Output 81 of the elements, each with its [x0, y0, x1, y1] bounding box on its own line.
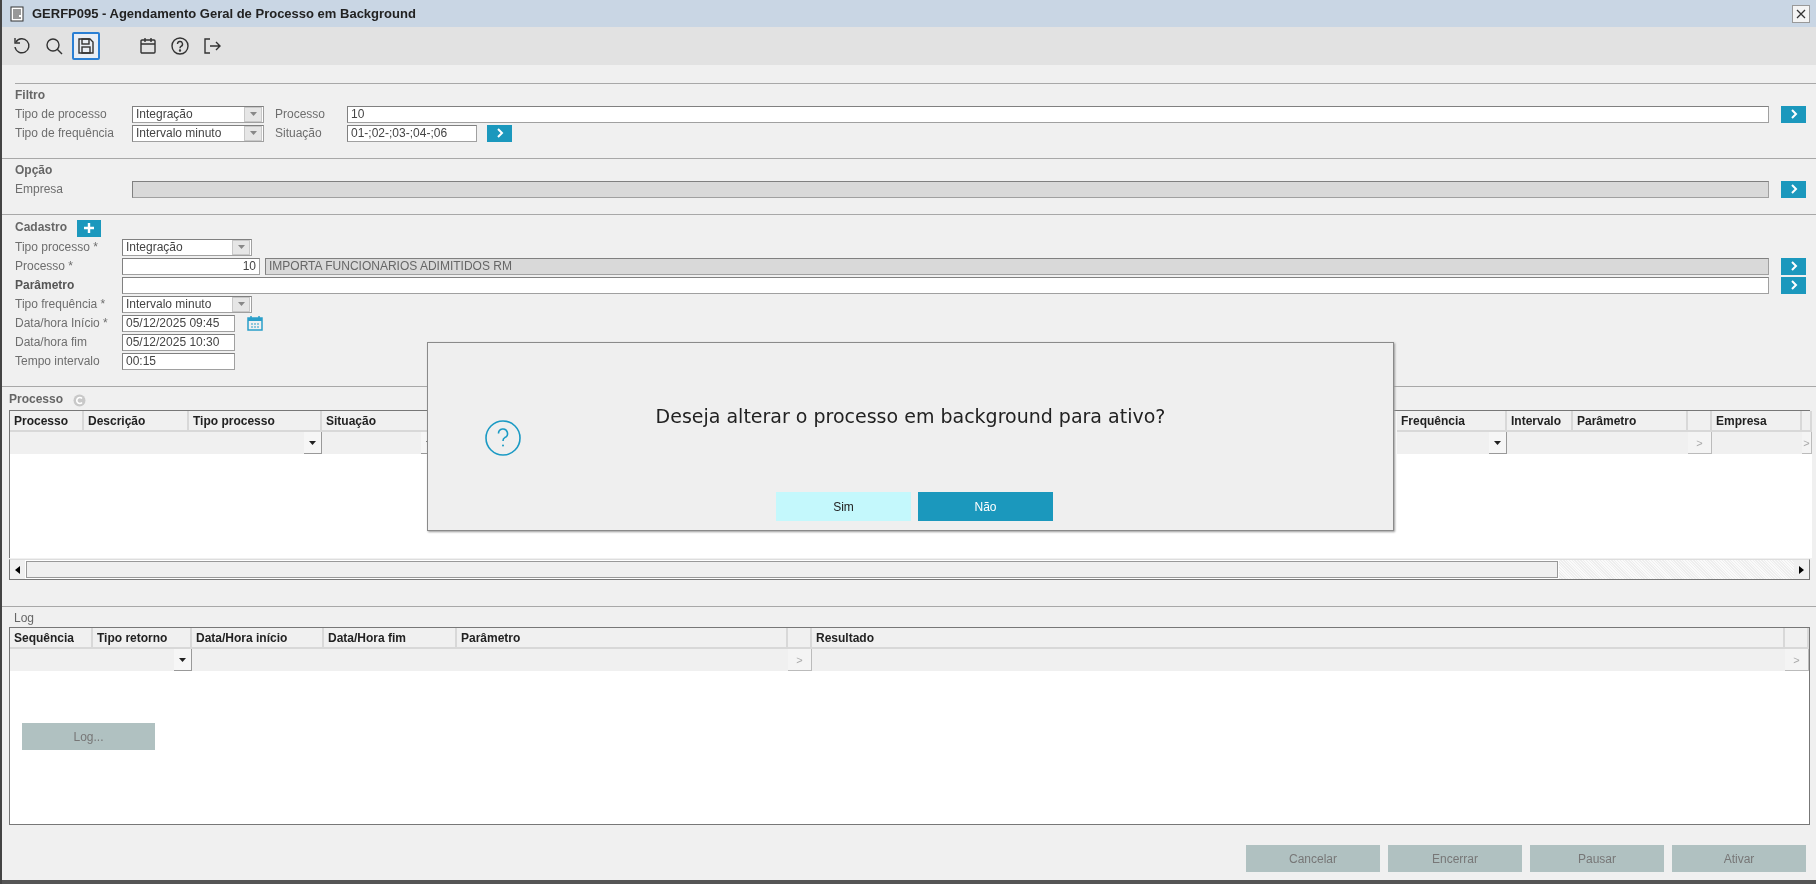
next-icon[interactable]	[1781, 276, 1806, 294]
field-label: Empresa	[15, 182, 65, 196]
scroll-left-button[interactable]	[10, 560, 25, 579]
save-icon[interactable]	[72, 32, 100, 60]
filter-cell[interactable]	[1507, 432, 1573, 454]
section-title: Filtro	[15, 88, 46, 104]
filter-cell[interactable]	[192, 649, 324, 671]
section-title: Opção	[15, 163, 54, 179]
column-header[interactable]: Intervalo	[1507, 411, 1573, 432]
header-cell	[1688, 411, 1712, 432]
header-cell	[1785, 628, 1809, 649]
section-title: Processo	[9, 392, 64, 408]
next-icon[interactable]	[1781, 257, 1806, 275]
process-type-dropdown[interactable]: Integração	[122, 238, 252, 256]
filter-cell[interactable]	[10, 649, 93, 671]
document-icon	[10, 5, 24, 22]
process-field[interactable]: 10	[347, 105, 1769, 123]
status-field[interactable]: 01-;02-;03-;04-;06	[347, 124, 477, 142]
filter-cell[interactable]	[1397, 432, 1507, 454]
caret-icon[interactable]	[174, 649, 192, 671]
filter-cell[interactable]	[189, 432, 322, 454]
next-icon[interactable]	[1781, 180, 1806, 198]
process-type-dropdown[interactable]: Integração	[132, 105, 264, 123]
horizontal-scrollbar[interactable]	[9, 559, 1810, 580]
filter-cell[interactable]	[10, 432, 84, 454]
interval-field[interactable]: 00:15	[122, 352, 235, 370]
column-header[interactable]: Empresa	[1712, 411, 1802, 432]
column-header[interactable]: Parâmetro	[457, 628, 788, 649]
field-label: Situação	[275, 126, 323, 140]
calendar-icon[interactable]	[247, 315, 263, 331]
scrollbar-thumb[interactable]	[26, 561, 1558, 578]
start-datetime-field[interactable]: 05/12/2025 09:45	[122, 314, 235, 332]
header-cell	[788, 628, 812, 649]
caret-icon[interactable]	[304, 432, 322, 454]
column-header[interactable]: Data/Hora início	[192, 628, 324, 649]
right-arrow-icon[interactable]	[1799, 565, 1804, 574]
field-label: Data/hora fim	[15, 335, 89, 349]
column-header[interactable]: Descrição	[84, 411, 189, 432]
filter-cell[interactable]	[93, 649, 192, 671]
column-header[interactable]: Sequência	[10, 628, 93, 649]
question-icon	[484, 419, 522, 457]
frequency-type-dropdown[interactable]: Intervalo minuto	[132, 124, 264, 142]
section-title: Cadastro	[15, 220, 67, 236]
field-label: Tipo processo *	[15, 240, 99, 254]
process-description-field: IMPORTA FUNCIONARIOS ADIMITIDOS RM	[265, 257, 1769, 275]
column-header[interactable]: Resultado	[812, 628, 1785, 649]
field-label: Tipo frequência *	[15, 297, 107, 311]
column-header[interactable]: Tipo retorno	[93, 628, 192, 649]
caret-icon[interactable]	[1489, 432, 1507, 454]
column-header[interactable]: Parâmetro	[1573, 411, 1688, 432]
column-header[interactable]: Frequência	[1397, 411, 1507, 432]
scroll-right-button[interactable]	[1794, 560, 1809, 579]
next-icon[interactable]	[1781, 105, 1806, 123]
dialog-message: Deseja alterar o processo em background para ativo?	[654, 405, 1167, 427]
column-header[interactable]: Processo	[10, 411, 84, 432]
header-cell	[1802, 411, 1812, 432]
add-icon[interactable]	[77, 219, 101, 237]
field-label: Data/hora Início *	[15, 316, 109, 330]
field-label: Processo	[275, 107, 327, 121]
field-label: Parâmetro	[15, 278, 76, 292]
window-title: GERFP095 - Agendamento Geral de Processo em Background	[32, 6, 417, 21]
field-label: Tipo de processo	[15, 107, 108, 121]
filter-cell[interactable]	[457, 649, 788, 671]
dialog-button[interactable]: Sim	[776, 492, 911, 521]
process-field[interactable]: 10	[122, 257, 260, 275]
filter-cell[interactable]	[812, 649, 1785, 671]
parameter-field[interactable]	[122, 276, 1769, 294]
field-label: Tipo de frequência	[15, 126, 115, 140]
left-arrow-icon[interactable]	[15, 565, 20, 574]
column-header[interactable]: Data/Hora fim	[324, 628, 457, 649]
frequency-type-dropdown[interactable]: Intervalo minuto	[122, 295, 252, 313]
section-title: Log	[14, 611, 36, 626]
column-header[interactable]: Tipo processo	[189, 411, 322, 432]
close-icon[interactable]	[1792, 4, 1810, 23]
field-label: Tempo intervalo	[15, 354, 101, 368]
filter-cell[interactable]	[1712, 432, 1802, 454]
field-label: Processo *	[15, 259, 75, 273]
next-icon[interactable]	[487, 124, 512, 142]
end-datetime-field[interactable]: 05/12/2025 10:30	[122, 333, 235, 351]
refresh-icon[interactable]	[73, 393, 87, 407]
filter-cell[interactable]	[1573, 432, 1688, 454]
